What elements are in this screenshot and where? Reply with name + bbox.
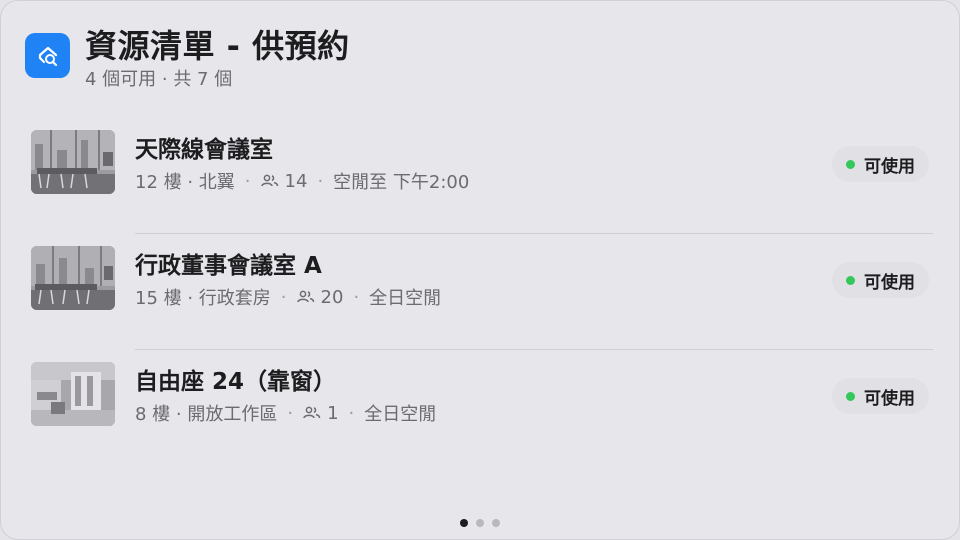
separator: · [353, 286, 360, 308]
status-dot-icon [846, 275, 855, 285]
status-badge: 可使用 [832, 378, 929, 414]
page-indicator[interactable] [1, 519, 959, 527]
room-availability: 空閒至 下午2:00 [333, 172, 470, 193]
page-dot-1[interactable] [460, 519, 468, 527]
status-label: 可使用 [864, 156, 915, 177]
page-title: 資源清單 - 供預約 [85, 27, 350, 65]
separator: · [348, 402, 355, 424]
room-floor: 12 樓 · 北翼 [135, 172, 235, 193]
resource-list-widget: 資源清單 - 供預約 4 個可用 · 共 7 個 天際線會議室 12 樓 · 北… [0, 0, 960, 540]
room-floor: 8 樓 · 開放工作區 [135, 404, 278, 425]
status-label: 可使用 [864, 388, 915, 409]
separator: · [244, 170, 251, 192]
status-label: 可使用 [864, 272, 915, 293]
status-badge: 可使用 [832, 262, 929, 298]
list-item[interactable]: 天際線會議室 12 樓 · 北翼 · 14 · 空閒至 下午2:00 可使用 [29, 118, 933, 234]
room-search-icon[interactable] [25, 33, 70, 78]
room-thumbnail [31, 246, 115, 310]
room-availability: 全日空閒 [369, 288, 442, 309]
status-dot-icon [846, 159, 855, 169]
people-icon [303, 406, 321, 420]
room-details: 8 樓 · 開放工作區 · 1 · 全日空閒 [135, 400, 436, 426]
separator: · [280, 286, 287, 308]
room-details: 15 樓 · 行政套房 · 20 · 全日空閒 [135, 284, 441, 310]
separator: · [287, 402, 294, 424]
room-thumbnail [31, 130, 115, 194]
room-capacity: 1 [327, 402, 339, 424]
room-name: 行政董事會議室 A [135, 253, 322, 279]
list-item[interactable]: 自由座 24（靠窗） 8 樓 · 開放工作區 · 1 · 全日空閒 可使用 [29, 350, 933, 466]
room-thumbnail [31, 362, 115, 426]
status-badge: 可使用 [832, 146, 929, 182]
room-floor: 15 樓 · 行政套房 [135, 288, 271, 309]
room-availability: 全日空閒 [364, 404, 437, 425]
page-dot-2[interactable] [476, 519, 484, 527]
room-name: 自由座 24（靠窗） [135, 369, 337, 395]
room-details: 12 樓 · 北翼 · 14 · 空閒至 下午2:00 [135, 168, 469, 194]
status-dot-icon [846, 391, 855, 401]
separator: · [317, 170, 324, 192]
people-icon [296, 290, 315, 304]
list-item[interactable]: 行政董事會議室 A 15 樓 · 行政套房 · 20 · 全日空閒 可使用 [29, 234, 933, 350]
room-capacity: 20 [320, 286, 344, 308]
people-icon [260, 174, 279, 188]
room-name: 天際線會議室 [135, 137, 273, 163]
page-dot-3[interactable] [492, 519, 500, 527]
availability-summary: 4 個可用 · 共 7 個 [85, 69, 233, 90]
room-capacity: 14 [284, 170, 308, 192]
